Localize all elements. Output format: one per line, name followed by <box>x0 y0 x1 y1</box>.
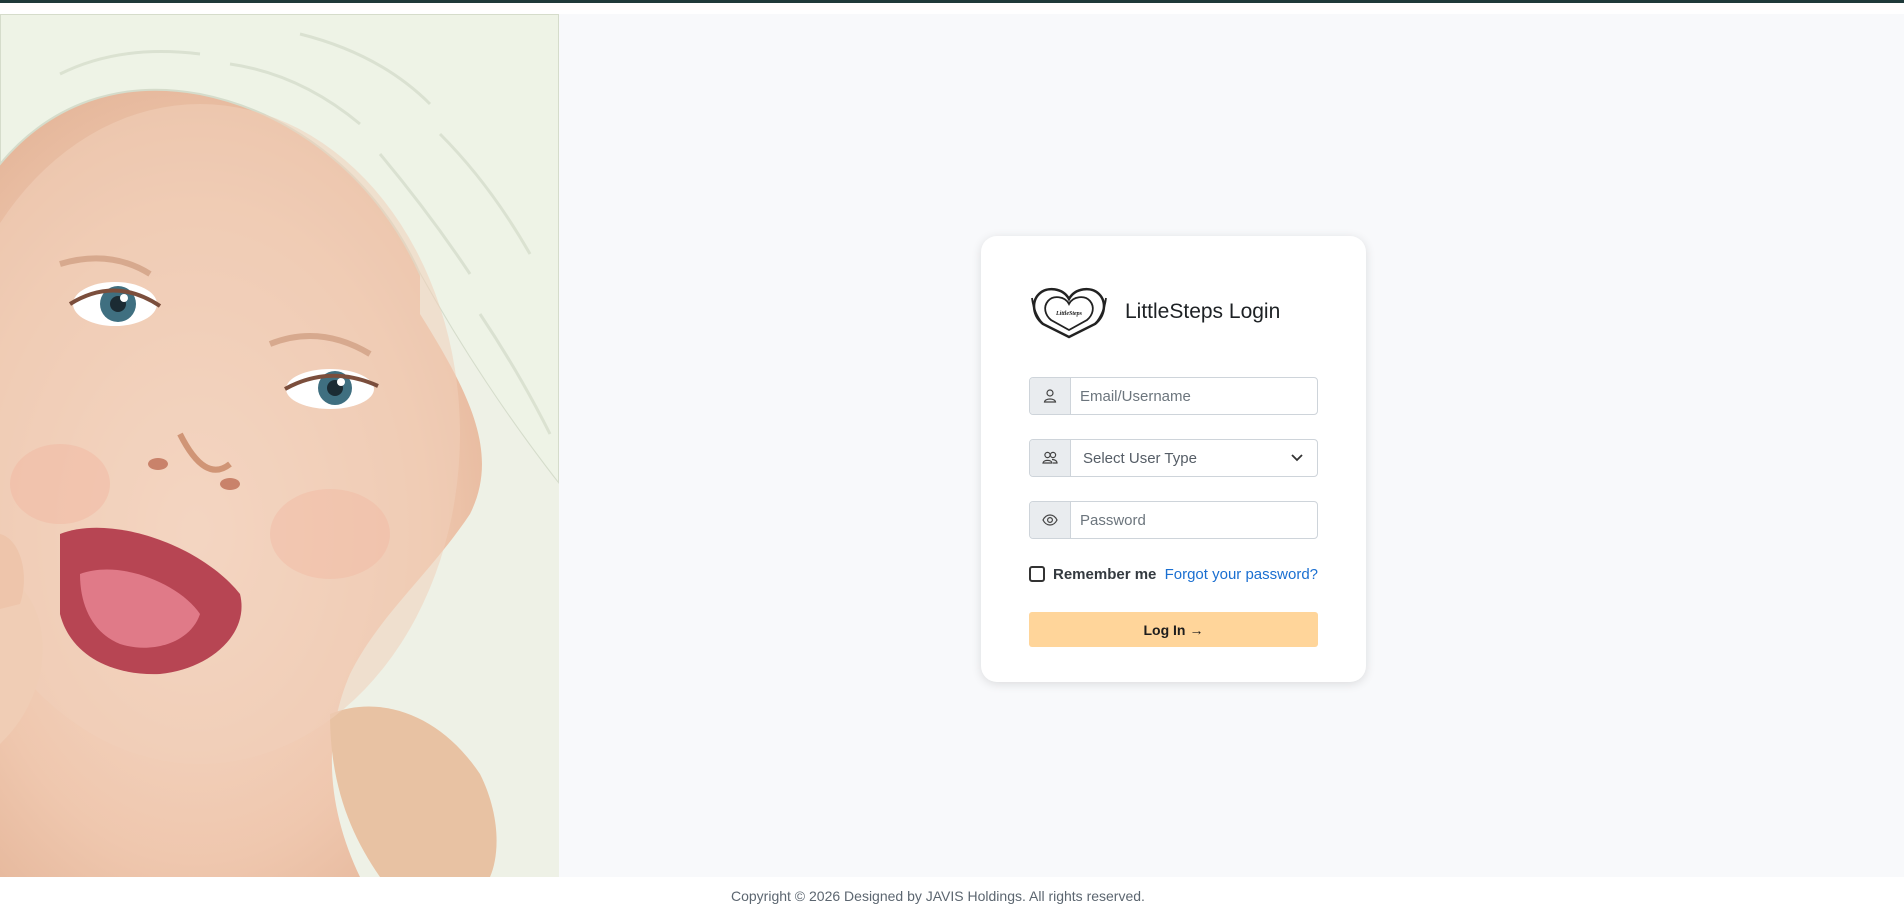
hero-baby-photo <box>0 14 559 877</box>
password-field <box>1029 501 1318 539</box>
user-icon <box>1030 378 1071 414</box>
username-input[interactable] <box>1071 378 1317 414</box>
chevron-down-icon <box>1291 454 1303 462</box>
remember-label[interactable]: Remember me <box>1053 566 1156 583</box>
eye-icon[interactable] <box>1030 502 1071 538</box>
footer: Copyright © 2026 Designed by JAVIS Holdi… <box>0 877 1904 914</box>
page-title: LittleSteps Login <box>1125 299 1281 323</box>
login-card: LittleSteps LittleSteps Login Email/User… <box>981 236 1366 682</box>
password-input[interactable] <box>1071 502 1317 538</box>
littlesteps-logo: LittleSteps <box>1031 287 1107 339</box>
remember-row: Remember me Forgot your password? <box>1029 563 1318 585</box>
top-bar <box>0 0 1904 3</box>
users-icon <box>1030 440 1071 476</box>
user-type-selected: Select User Type <box>1083 449 1197 467</box>
remember-checkbox[interactable] <box>1029 566 1045 582</box>
arrow-right-icon: → <box>1189 621 1204 638</box>
main-area: LittleSteps LittleSteps Login Email/User… <box>0 14 1904 877</box>
copyright-text: Copyright © 2026 Designed by JAVIS Holdi… <box>731 888 1145 904</box>
svg-text:LittleSteps: LittleSteps <box>1055 311 1083 317</box>
login-button[interactable]: Log In → <box>1029 612 1318 647</box>
username-field <box>1029 377 1318 415</box>
forgot-password-link[interactable]: Forgot your password? <box>1165 566 1318 583</box>
brand-header: LittleSteps LittleSteps Login <box>1029 284 1280 339</box>
user-type-field: Select User Type <box>1029 439 1318 477</box>
user-type-select[interactable]: Select User Type <box>1071 440 1317 476</box>
login-button-label: Log In <box>1143 621 1186 638</box>
